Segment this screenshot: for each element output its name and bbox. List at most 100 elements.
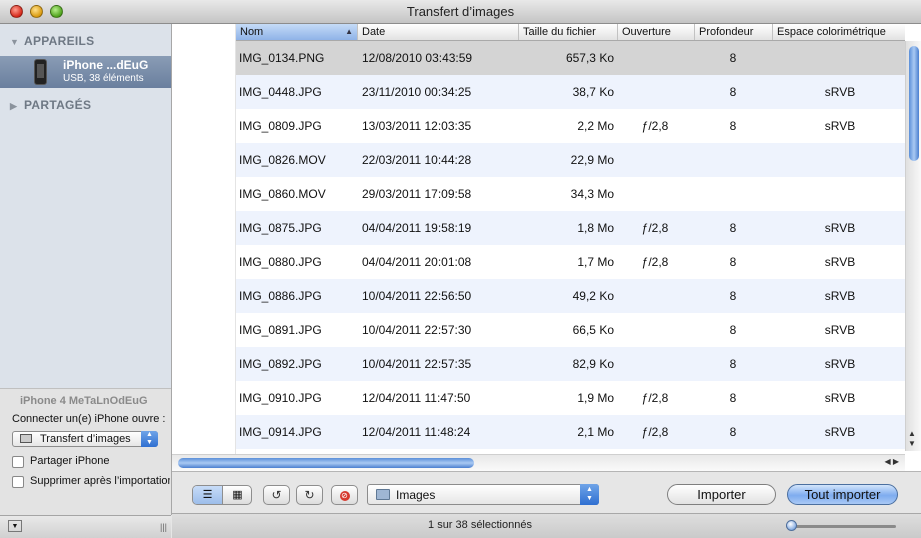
cell-colorspace: sRVB (824, 391, 856, 405)
vertical-scroll-thumb[interactable] (909, 46, 919, 161)
bottom-toolbar: ☰ ▦ ↺ ↻ ⊘ Images ▲ ▼ Importer Tout import… (172, 471, 921, 513)
table-row[interactable]: IMG_0860.MOV 29/03/2011 17:09:58 34,3 Mo (236, 177, 905, 211)
icon-view-button[interactable]: ▦ (223, 486, 251, 504)
cell-name: IMG_0892.JPG (239, 357, 322, 371)
file-table-body: IMG_0134.PNG 12/08/2010 03:43:59 657,3 Ko 8… (236, 41, 905, 451)
cell-colorspace: sRVB (824, 119, 856, 133)
cell-size: 66,5 Ko (572, 323, 614, 337)
resize-grip-icon[interactable]: ||| (160, 522, 167, 532)
cell-name: IMG_0826.MOV (239, 153, 326, 167)
view-mode-control: ☰ ▦ (192, 485, 252, 505)
column-header-name[interactable]: Nom ▲ (236, 24, 358, 40)
cell-depth: 8 (729, 289, 737, 303)
cell-name: IMG_0891.JPG (239, 323, 322, 337)
cell-size: 2,2 Mo (577, 119, 614, 133)
selection-status: 1 sur 38 sélectionnés (428, 519, 532, 531)
horizontal-scroll-thumb[interactable] (178, 458, 474, 468)
slider-knob[interactable] (786, 520, 797, 531)
cell-name: IMG_0860.MOV (239, 187, 326, 201)
table-row[interactable]: IMG_0809.JPG 13/03/2011 12:03:35 2,2 Mo ƒ/2… (236, 109, 905, 143)
devices-section-header[interactable]: ▼ APPAREILS (10, 34, 95, 48)
delete-after-import-checkbox[interactable] (12, 476, 24, 488)
list-view-button[interactable]: ☰ (193, 486, 223, 504)
devices-header-label: APPAREILS (24, 34, 95, 48)
column-header-aperture[interactable]: Ouverture (618, 24, 695, 40)
cell-colorspace: sRVB (824, 289, 856, 303)
cell-colorspace: sRVB (824, 425, 856, 439)
cell-name: IMG_0910.JPG (239, 391, 322, 405)
share-iphone-checkbox[interactable] (12, 456, 24, 468)
cell-size: 1,7 Mo (577, 255, 614, 269)
column-header-name-label: Nom (240, 26, 264, 38)
cell-colorspace: sRVB (824, 221, 856, 235)
cell-depth: 8 (729, 51, 737, 65)
cell-size: 49,2 Ko (572, 289, 614, 303)
table-row[interactable]: IMG_0914.JPG 12/04/2011 11:48:24 2,1 Mo ƒ/2… (236, 415, 905, 449)
cell-date: 13/03/2011 12:03:35 (362, 119, 472, 133)
cell-aperture: ƒ/2,8 (641, 221, 669, 235)
table-row[interactable]: IMG_0134.PNG 12/08/2010 03:43:59 657,3 Ko 8 (236, 41, 905, 75)
shared-section-header[interactable]: ▶ PARTAGÉS (10, 98, 91, 112)
disclosure-expanded-icon: ▼ (10, 37, 20, 47)
import-all-button[interactable]: Tout importer (787, 484, 898, 505)
column-header-colorspace[interactable]: Espace colorimétrique (773, 24, 905, 40)
folder-icon (376, 489, 390, 500)
cell-name: IMG_0880.JPG (239, 255, 322, 269)
cell-size: 2,1 Mo (577, 425, 614, 439)
destination-value: Images (396, 488, 436, 502)
connect-app-value: Transfert d’images (40, 433, 131, 445)
cell-aperture: ƒ/2,8 (641, 255, 669, 269)
cell-date: 04/04/2011 19:58:19 (362, 221, 472, 235)
cell-date: 12/04/2011 11:48:24 (362, 425, 471, 439)
scroll-arrows-icon[interactable]: ▲ ▼ (908, 429, 916, 449)
cell-aperture: ƒ/2,8 (641, 425, 669, 439)
stop-icon: ⊘ (339, 490, 350, 501)
table-row[interactable]: IMG_0892.JPG 10/04/2011 22:57:35 82,9 Ko 8 s… (236, 347, 905, 381)
title-bar: Transfert d’images (0, 0, 921, 24)
horizontal-scroll-arrows-icon[interactable]: ◀ ▶ (884, 457, 899, 466)
cell-colorspace: sRVB (824, 255, 856, 269)
delete-button[interactable]: ⊘ (331, 485, 358, 505)
destination-popup[interactable]: Images ▲ ▼ (367, 484, 599, 505)
popup-arrows-icon: ▲ ▼ (580, 484, 599, 505)
window-title: Transfert d’images (406, 4, 515, 19)
cell-size: 1,9 Mo (577, 391, 614, 405)
table-row[interactable]: IMG_0880.JPG 04/04/2011 20:01:08 1,7 Mo ƒ/2… (236, 245, 905, 279)
thumbnail-gutter (172, 24, 236, 454)
device-name: iPhone ...dEuG (63, 58, 149, 72)
table-row[interactable]: IMG_0886.JPG 10/04/2011 22:56:50 49,2 Ko 8 s… (236, 279, 905, 313)
cell-depth: 8 (729, 119, 737, 133)
horizontal-scrollbar[interactable]: ◀ ▶ (172, 454, 905, 471)
status-bar: 1 sur 38 sélectionnés (172, 513, 921, 538)
cell-name: IMG_0134.PNG (239, 51, 325, 65)
cell-colorspace: sRVB (824, 357, 856, 371)
share-iphone-label: Partager iPhone (30, 455, 110, 467)
sidebar-footer: ▼ ||| (0, 515, 171, 538)
table-row[interactable]: IMG_0891.JPG 10/04/2011 22:57:30 66,5 Ko 8 s… (236, 313, 905, 347)
table-row[interactable]: IMG_0448.JPG 23/11/2010 00:34:25 38,7 Ko 8 s… (236, 75, 905, 109)
connect-app-popup[interactable]: Transfert d’images ▲ ▼ (12, 431, 158, 447)
rotate-right-button[interactable]: ↻ (296, 485, 323, 505)
sidebar-item-iphone[interactable]: iPhone ...dEuG USB, 38 éléments (0, 56, 171, 88)
vertical-scrollbar[interactable]: ▲ ▼ (905, 41, 921, 451)
rotate-left-button[interactable]: ↺ (263, 485, 290, 505)
table-row[interactable]: IMG_0875.JPG 04/04/2011 19:58:19 1,8 Mo ƒ/2… (236, 211, 905, 245)
cell-depth: 8 (729, 323, 737, 337)
thumbnail-size-slider[interactable] (786, 520, 896, 531)
table-row[interactable]: IMG_0910.JPG 12/04/2011 11:47:50 1,9 Mo ƒ/2… (236, 381, 905, 415)
connect-opens-label: Connecter un(e) iPhone ouvre : (12, 413, 166, 425)
column-header-depth[interactable]: Profondeur (695, 24, 773, 40)
cell-date: 10/04/2011 22:56:50 (362, 289, 472, 303)
import-button[interactable]: Importer (667, 484, 776, 505)
column-header-date[interactable]: Date (358, 24, 519, 40)
column-header-size[interactable]: Taille du fichier (519, 24, 618, 40)
app-icon (20, 434, 32, 443)
device-panel-title: iPhone 4 MeTaLnOdEuG (20, 395, 148, 407)
cell-colorspace: sRVB (824, 85, 856, 99)
table-row[interactable]: IMG_0826.MOV 22/03/2011 10:44:28 22,9 Mo (236, 143, 905, 177)
cell-date: 10/04/2011 22:57:35 (362, 357, 472, 371)
disclosure-collapsed-icon: ▶ (10, 101, 18, 111)
cell-depth: 8 (729, 425, 737, 439)
cell-size: 38,7 Ko (572, 85, 614, 99)
sidebar-action-button[interactable]: ▼ (8, 520, 22, 532)
